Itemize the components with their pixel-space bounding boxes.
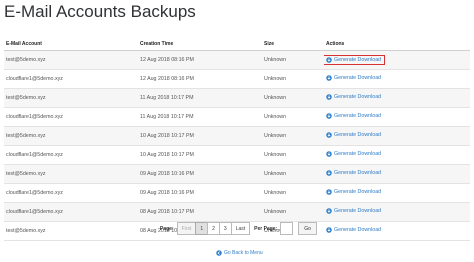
generate-download-label: Generate Download [334, 226, 382, 233]
generate-download-link[interactable]: Generate Download [326, 170, 381, 176]
cell-size: Unknown [262, 107, 324, 127]
download-circle-icon [326, 150, 332, 157]
cell-creation-time: 10 Aug 2018 10:17 PM [138, 126, 262, 146]
cell-size: Unknown [262, 164, 324, 184]
header-email-account[interactable]: E-Mail Account [4, 38, 138, 51]
cell-size: Unknown [262, 50, 324, 70]
arrow-left-circle-icon [216, 250, 222, 256]
generate-download-link[interactable]: Generate Download [324, 54, 386, 65]
cell-email-account: cloudflare1@5demo.xyz [4, 145, 138, 165]
cell-email-account: test@5demo.xyz [4, 164, 138, 184]
generate-download-label: Generate Download [334, 188, 382, 195]
table-row: test@5demo.xyz 09 Aug 2018 10:16 PM Unknow… [4, 164, 470, 184]
generate-download-label: Generate Download [334, 207, 382, 214]
go-back-link[interactable]: Go Back to Menu [216, 250, 263, 256]
generate-download-link[interactable]: Generate Download [326, 208, 381, 214]
go-button[interactable]: Go [298, 222, 317, 235]
generate-download-label: Generate Download [334, 131, 382, 138]
generate-download-link[interactable]: Generate Download [326, 132, 381, 138]
download-circle-icon [326, 74, 332, 81]
first-page-button[interactable]: First [176, 222, 197, 235]
go-back-label: Go Back to Menu [224, 250, 263, 256]
cell-size: Unknown [262, 126, 324, 146]
download-circle-icon [326, 226, 332, 233]
cell-actions: Generate Download [324, 164, 470, 184]
generate-download-label: Generate Download [334, 150, 382, 157]
table-row: cloudflare1@5demo.xyz 09 Aug 2018 10:16 P… [4, 183, 470, 203]
header-size[interactable]: Size [262, 38, 324, 51]
cell-creation-time: 09 Aug 2018 10:16 PM [138, 164, 262, 184]
download-circle-icon [326, 56, 332, 63]
download-circle-icon [326, 93, 332, 100]
cell-creation-time: 12 Aug 2018 08:16 PM [138, 69, 262, 89]
cell-creation-time: 08 Aug 2018 10:17 PM [138, 202, 262, 222]
generate-download-label: Generate Download [334, 74, 382, 81]
download-circle-icon [326, 188, 332, 195]
page-label: Page: [160, 225, 174, 232]
table-row: cloudflare1@5demo.xyz 12 Aug 2018 08:16 P… [4, 69, 470, 89]
generate-download-link[interactable]: Generate Download [326, 227, 381, 233]
cell-actions: Generate Download [324, 88, 470, 108]
generate-download-label: Generate Download [334, 56, 382, 63]
table-row: cloudflare1@5demo.xyz 11 Aug 2018 10:17 P… [4, 107, 470, 127]
cell-actions: Generate Download [324, 50, 470, 70]
cell-email-account: test@5demo.xyz [4, 221, 138, 241]
cell-actions: Generate Download [324, 202, 470, 222]
table-row: cloudflare1@5demo.xyz 10 Aug 2018 10:17 P… [4, 145, 470, 165]
download-circle-icon [326, 112, 332, 119]
cell-size: Unknown [262, 145, 324, 165]
per-page-label: Per Page: [254, 225, 278, 232]
cell-email-account: test@5demo.xyz [4, 88, 138, 108]
header-actions: Actions [324, 38, 470, 51]
generate-download-link[interactable]: Generate Download [326, 151, 381, 157]
cell-creation-time: 10 Aug 2018 10:17 PM [138, 145, 262, 165]
generate-download-label: Generate Download [334, 169, 382, 176]
cell-creation-time: 09 Aug 2018 10:16 PM [138, 183, 262, 203]
cell-size: Unknown [262, 202, 324, 222]
cell-creation-time: 12 Aug 2018 08:16 PM [138, 50, 262, 70]
generate-download-label: Generate Download [334, 112, 382, 119]
backups-table: E-Mail Account Creation Time Size Action… [4, 38, 470, 241]
cell-actions: Generate Download [324, 107, 470, 127]
last-page-button[interactable]: Last [230, 222, 251, 235]
generate-download-label: Generate Download [334, 93, 382, 100]
per-page-input[interactable] [280, 222, 294, 235]
cell-email-account: cloudflare1@5demo.xyz [4, 202, 138, 222]
generate-download-link[interactable]: Generate Download [326, 113, 381, 119]
cell-email-account: cloudflare1@5demo.xyz [4, 183, 138, 203]
download-circle-icon [326, 207, 332, 214]
cell-actions: Generate Download [324, 145, 470, 165]
generate-download-link[interactable]: Generate Download [326, 75, 381, 81]
generate-download-link[interactable]: Generate Download [326, 94, 381, 100]
cell-size: Unknown [262, 88, 324, 108]
cell-email-account: test@5demo.xyz [4, 126, 138, 146]
table-row: cloudflare1@5demo.xyz 08 Aug 2018 10:17 P… [4, 202, 470, 222]
cell-actions: Generate Download [324, 183, 470, 203]
cell-creation-time: 11 Aug 2018 10:17 PM [138, 88, 262, 108]
generate-download-link[interactable]: Generate Download [326, 189, 381, 195]
table-row: test@5demo.xyz 11 Aug 2018 10:17 PM Unknow… [4, 88, 470, 108]
cell-email-account: cloudflare1@5demo.xyz [4, 107, 138, 127]
cell-size: Unknown [262, 69, 324, 89]
cell-actions: Generate Download [324, 126, 470, 146]
cell-actions: Generate Download [324, 69, 470, 89]
cell-size: Unknown [262, 183, 324, 203]
download-circle-icon [326, 169, 332, 176]
cell-email-account: test@5demo.xyz [4, 50, 138, 70]
table-header-row: E-Mail Account Creation Time Size Action… [4, 38, 470, 51]
table-row: test@5demo.xyz 10 Aug 2018 10:17 PM Unknow… [4, 126, 470, 146]
download-circle-icon [326, 131, 332, 138]
page-title: E-Mail Accounts Backups [4, 2, 196, 21]
table-row: test@5demo.xyz 12 Aug 2018 08:16 PM Unknow… [4, 50, 470, 70]
cell-actions: Generate Download [324, 221, 470, 241]
pagination: Page: First 1 2 3 Last Per Page: Go [160, 222, 317, 235]
cell-email-account: cloudflare1@5demo.xyz [4, 69, 138, 89]
cell-creation-time: 11 Aug 2018 10:17 PM [138, 107, 262, 127]
header-creation-time[interactable]: Creation Time [138, 38, 262, 51]
